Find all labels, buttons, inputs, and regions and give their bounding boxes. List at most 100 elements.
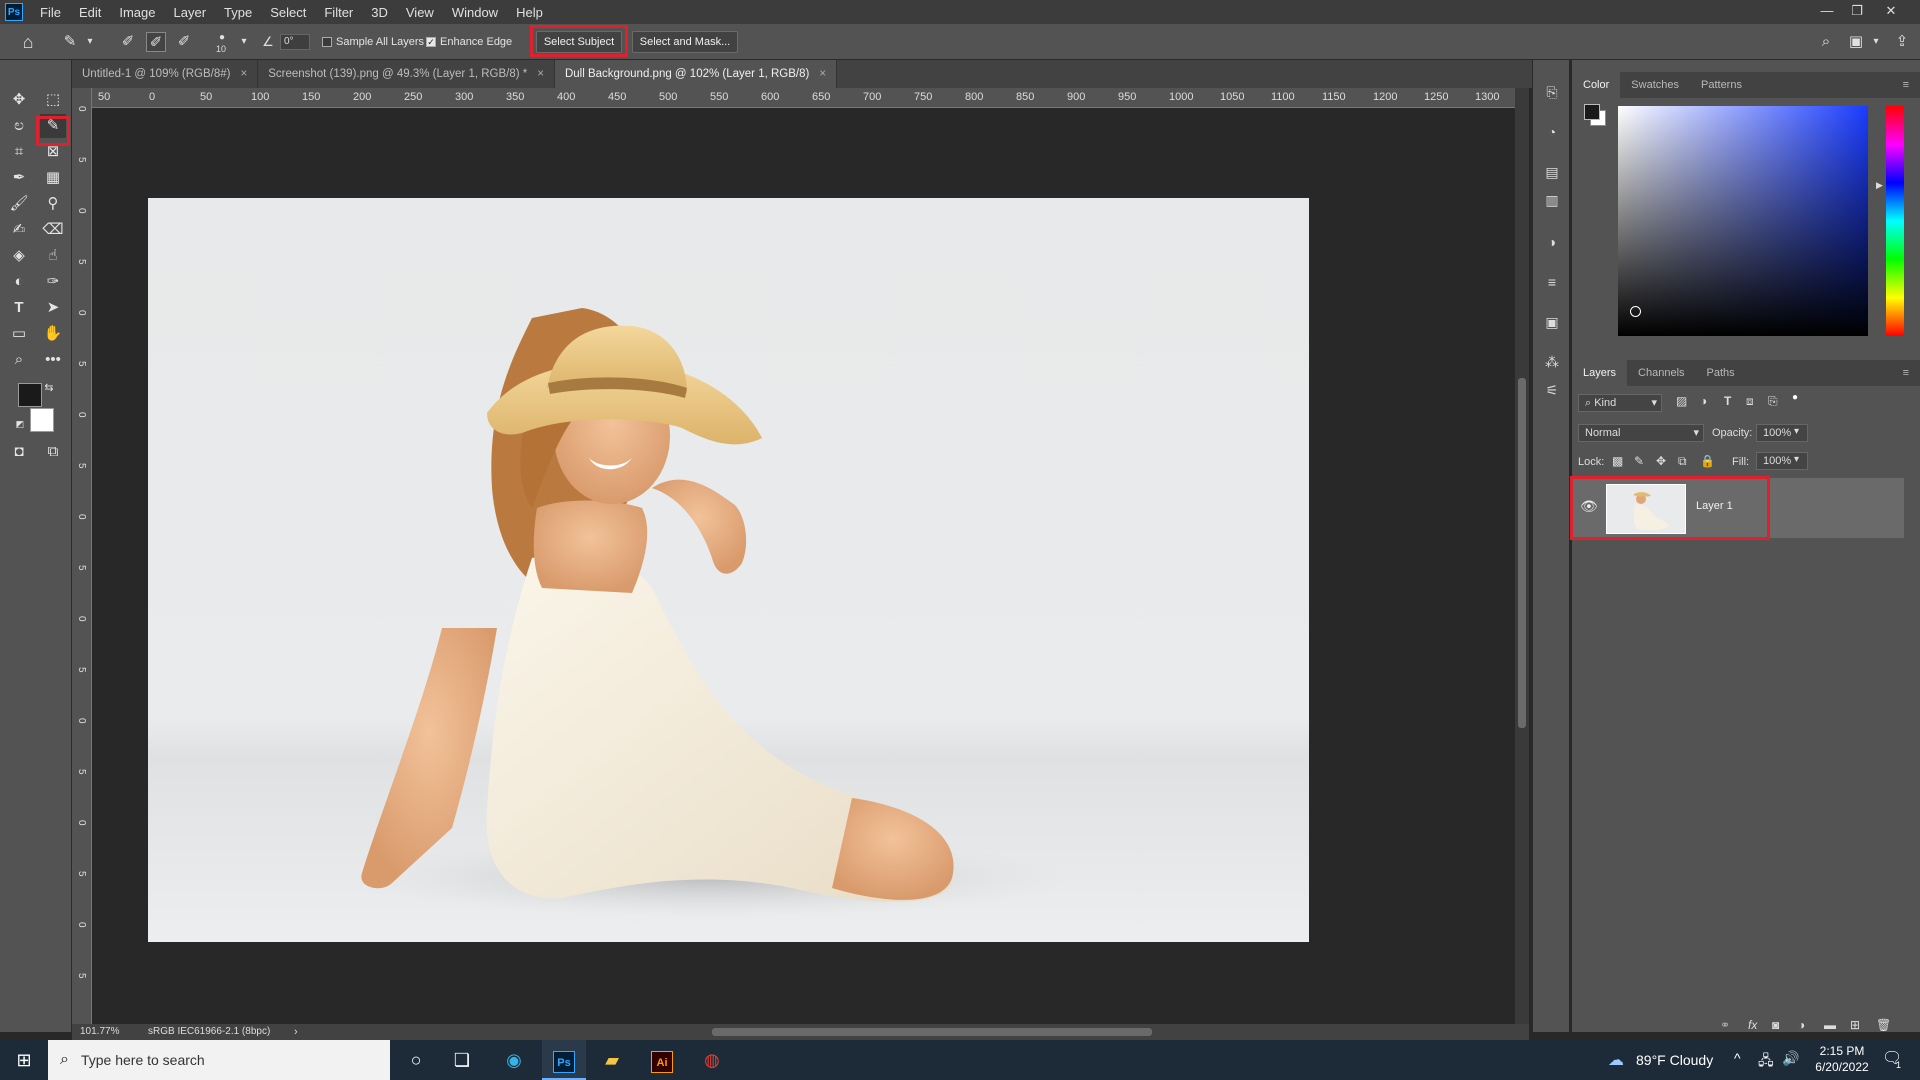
tool-preset-icon[interactable]: ✎: [60, 32, 80, 52]
tab-dull-background[interactable]: Dull Background.png @ 102% (Layer 1, RGB…: [554, 60, 838, 88]
menu-3d[interactable]: 3D: [362, 5, 397, 20]
opacity-chevron-icon[interactable]: ▾: [1794, 426, 1799, 437]
crop-tool-icon[interactable]: ⌗: [6, 140, 32, 164]
background-color-swatch[interactable]: [30, 408, 54, 432]
hand-tool-icon[interactable]: ✋: [40, 322, 66, 346]
fx-icon[interactable]: fx: [1748, 1018, 1757, 1032]
filter-shape-icon[interactable]: ⧈: [1746, 394, 1754, 409]
select-and-mask-button[interactable]: Select and Mask...: [632, 31, 738, 53]
libraries-panel-icon[interactable]: ▤: [1542, 162, 1562, 182]
path-selection-icon[interactable]: ➤: [40, 296, 66, 320]
tab-screenshot-139[interactable]: Screenshot (139).png @ 49.3% (Layer 1, R…: [258, 60, 555, 88]
color-picker-cursor[interactable]: [1630, 306, 1641, 317]
history-brush-icon[interactable]: ✍: [6, 218, 32, 242]
tray-chevron-icon[interactable]: ^: [1734, 1050, 1741, 1066]
lock-pixels-icon[interactable]: ✎: [1634, 454, 1644, 468]
weather-text[interactable]: 89°F Cloudy: [1636, 1052, 1713, 1068]
patch-tool-icon[interactable]: ▦: [40, 166, 66, 190]
clock-time[interactable]: 2:15 PM: [1810, 1044, 1874, 1058]
frame-tool-icon[interactable]: ⊠: [40, 140, 66, 164]
gradients-panel-icon[interactable]: ▣: [1542, 312, 1562, 332]
share-icon[interactable]: ⇪: [1892, 32, 1912, 52]
brush-settings-icon[interactable]: ⚟: [1542, 380, 1562, 400]
layer-thumbnail[interactable]: [1606, 484, 1686, 534]
tab-untitled-1[interactable]: Untitled-1 @ 109% (RGB/8#) ×: [72, 60, 259, 88]
task-view-icon[interactable]: ❏: [440, 1040, 484, 1080]
tab-paths[interactable]: Paths: [1696, 360, 1746, 386]
menu-view[interactable]: View: [397, 5, 443, 20]
taskbar-search-box[interactable]: ⌕ Type here to search: [48, 1040, 390, 1080]
history-panel-icon[interactable]: ⎘: [1542, 82, 1562, 102]
screen-mode-icon[interactable]: ⧉: [40, 440, 66, 464]
vertical-scrollbar[interactable]: [1515, 88, 1529, 1024]
dodge-tool-icon[interactable]: ◐: [6, 270, 32, 294]
close-tab-icon[interactable]: ×: [537, 68, 544, 80]
smudge-tool-icon[interactable]: ☝: [40, 244, 66, 268]
new-adjustment-icon[interactable]: ◑: [1798, 1018, 1805, 1032]
tab-patterns[interactable]: Patterns: [1690, 72, 1753, 98]
tab-layers[interactable]: Layers: [1572, 360, 1628, 386]
brushes-panel-icon[interactable]: ⁂: [1542, 352, 1562, 372]
enhance-edge-checkbox[interactable]: ✓ Enhance Edge: [426, 36, 512, 48]
document-canvas[interactable]: [92, 108, 1515, 1024]
move-tool-icon[interactable]: ✥: [6, 88, 32, 112]
eraser-tool-icon[interactable]: ⌫: [40, 218, 66, 242]
vertical-ruler[interactable]: 05050505050505050505: [72, 88, 92, 1024]
status-chevron-icon[interactable]: ›: [294, 1024, 298, 1040]
new-layer-icon[interactable]: ⊞: [1850, 1018, 1860, 1032]
photoshop-logo-icon[interactable]: Ps: [5, 3, 23, 21]
foreground-color-swatch[interactable]: [18, 383, 42, 407]
zoom-tool-icon[interactable]: ⌕: [6, 348, 32, 372]
lock-all-icon[interactable]: 🔒: [1700, 454, 1715, 468]
angle-input[interactable]: 0°: [280, 34, 310, 50]
menu-image[interactable]: Image: [110, 5, 164, 20]
brush-chevron-icon[interactable]: ▾: [234, 32, 254, 52]
menu-select[interactable]: Select: [261, 5, 315, 20]
search-icon[interactable]: ⌕: [1816, 32, 1836, 52]
color-fg-swatch[interactable]: [1584, 104, 1600, 120]
filter-toggle-icon[interactable]: ●: [1792, 392, 1798, 403]
delete-layer-icon[interactable]: 🗑: [1876, 1018, 1891, 1032]
minimize-icon[interactable]: —: [1812, 0, 1842, 22]
default-colors-icon[interactable]: ◩: [14, 412, 26, 436]
lock-artboard-icon[interactable]: ⧉: [1678, 454, 1687, 469]
filter-smart-object-icon[interactable]: ⎘: [1768, 394, 1778, 409]
restore-icon[interactable]: ❐: [1842, 0, 1872, 22]
quick-mask-icon[interactable]: ◘: [6, 440, 32, 464]
volume-icon[interactable]: 🔊: [1782, 1050, 1799, 1067]
network-icon[interactable]: 🖧: [1758, 1050, 1774, 1074]
marquee-tool-icon[interactable]: ⬚: [40, 88, 66, 112]
fill-chevron-icon[interactable]: ▾: [1794, 454, 1799, 465]
close-tab-icon[interactable]: ×: [240, 68, 247, 80]
vertical-scroll-thumb[interactable]: [1518, 378, 1526, 728]
pen-tool-icon[interactable]: ✑: [40, 270, 66, 294]
sample-all-layers-checkbox[interactable]: Sample All Layers: [322, 36, 424, 48]
more-tools-icon[interactable]: •••: [40, 348, 66, 372]
fill-input[interactable]: 100%: [1756, 452, 1808, 470]
eyedropper-tool-icon[interactable]: ✒: [6, 166, 32, 190]
link-layers-icon[interactable]: ⚭: [1720, 1018, 1730, 1032]
panel-menu-icon[interactable]: ≡: [1892, 72, 1920, 98]
menu-filter[interactable]: Filter: [315, 5, 362, 20]
horizontal-scroll-thumb[interactable]: [712, 1028, 1152, 1036]
sliders-panel-icon[interactable]: ≡: [1542, 272, 1562, 292]
file-explorer-icon[interactable]: ▰: [590, 1040, 634, 1080]
adjustments-panel-icon[interactable]: ◑: [1542, 232, 1562, 252]
workspace-chevron-icon[interactable]: ▾: [1866, 32, 1886, 52]
windows-start-icon[interactable]: ⊞: [2, 1040, 46, 1080]
quick-selection-tool-icon[interactable]: ✎: [40, 114, 66, 138]
enhance-edge-box[interactable]: ✓: [426, 37, 436, 47]
menu-edit[interactable]: Edit: [70, 5, 110, 20]
sample-all-layers-box[interactable]: [322, 37, 332, 47]
rectangle-tool-icon[interactable]: ▭: [6, 322, 32, 346]
chrome-icon[interactable]: ◍: [690, 1040, 734, 1080]
tab-color[interactable]: Color: [1572, 72, 1621, 98]
illustrator-taskbar-icon[interactable]: Ai: [640, 1040, 684, 1080]
menu-layer[interactable]: Layer: [165, 5, 216, 20]
hue-slider-marker-icon[interactable]: ▶: [1876, 180, 1883, 191]
add-to-selection-icon[interactable]: ✐: [146, 32, 166, 52]
subtract-from-selection-icon[interactable]: ✐: [174, 32, 194, 52]
filter-adjustment-icon[interactable]: ◑: [1700, 394, 1707, 408]
color-picker-field[interactable]: [1618, 106, 1868, 336]
chevron-down-icon[interactable]: ▾: [80, 32, 100, 52]
